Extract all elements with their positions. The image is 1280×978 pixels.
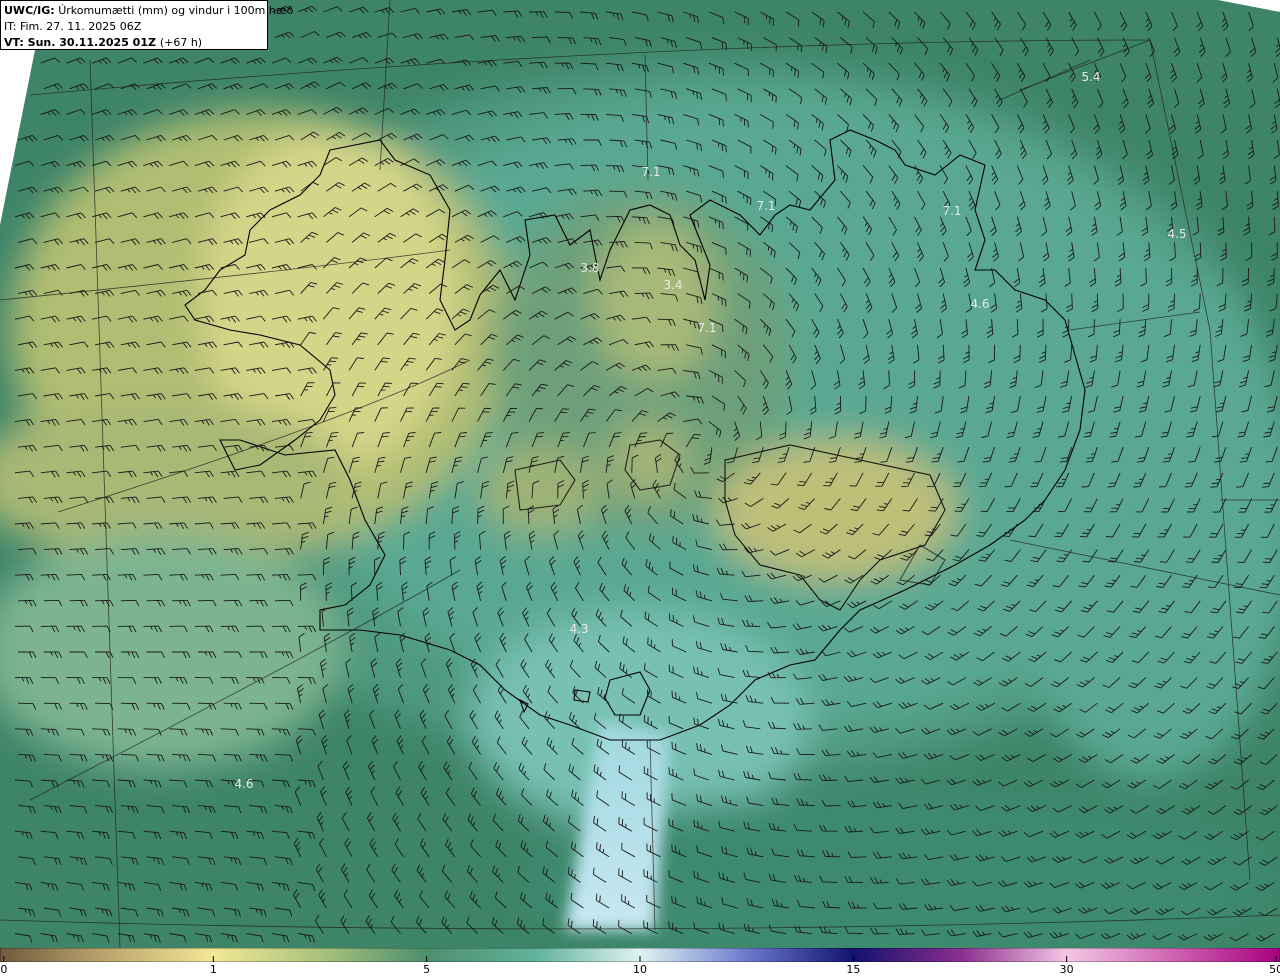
colorbar <box>0 948 1280 962</box>
colorbar-tick-label: 10 <box>633 963 647 976</box>
map-value-label: 4.6 <box>234 777 253 791</box>
forecast-map: 5.4 4.5 7.1 4.6 7.1 7.1 3.8 3.4 7.1 4.3 4.6 <box>0 0 1280 948</box>
colorbar-tick-label: 0 <box>0 963 8 976</box>
map-title: Úrkomumætti (mm) og vindur i 100m hæð <box>58 4 294 17</box>
model-prefix: UWC/IG: <box>4 4 55 17</box>
map-value-label: 7.1 <box>697 321 716 335</box>
map-value-label: 7.1 <box>942 204 961 218</box>
initial-time: IT: Fim. 27. 11. 2025 06Z <box>4 20 142 33</box>
map-value-label: 7.1 <box>756 199 775 213</box>
header-title-line: UWC/IG: Úrkomumætti (mm) og vindur i 100… <box>4 3 293 19</box>
colorbar-tick-label: 15 <box>846 963 861 976</box>
vt-value: Sun. 30.11.2025 01Z <box>27 36 156 49</box>
colorbar-tick-label: 5 <box>423 963 431 976</box>
map-value-label: 3.8 <box>580 261 599 275</box>
map-value-label: 7.1 <box>641 165 660 179</box>
vt-prefix: VT: <box>4 36 24 49</box>
colorbar-tick-label: 30 <box>1059 963 1074 976</box>
colorbar-tick-labels: 0 1 5 10 15 30 50 <box>0 962 1280 978</box>
map-value-label: 5.4 <box>1081 70 1100 84</box>
colorbar-tick-label: 1 <box>209 963 217 976</box>
header-info-box: UWC/IG: Úrkomumætti (mm) og vindur i 100… <box>0 0 293 51</box>
map-value-label: 4.3 <box>569 622 588 636</box>
colorbar-tick-label: 50 <box>1269 963 1280 976</box>
field-layer <box>0 0 1280 948</box>
map-value-label: 3.4 <box>663 278 682 292</box>
valid-time-line: VT: Sun. 30.11.2025 01Z (+67 h) <box>4 35 264 51</box>
map-value-label: 4.6 <box>970 297 989 311</box>
map-value-label: 4.5 <box>1167 227 1186 241</box>
vt-offset: (+67 h) <box>159 36 203 49</box>
